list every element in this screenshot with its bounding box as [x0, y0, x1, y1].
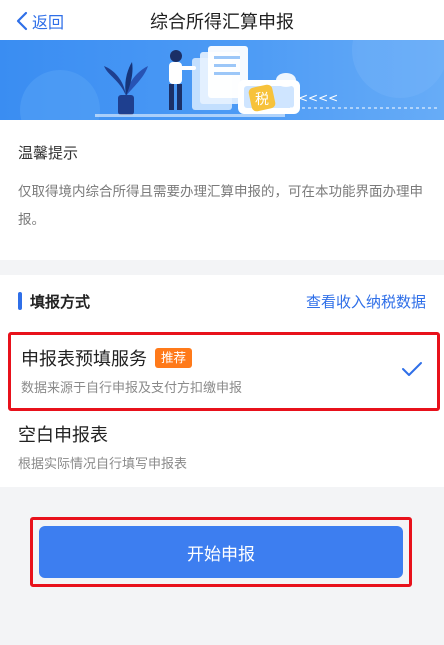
page-title: 综合所得汇算申报 — [150, 12, 294, 33]
person-icon — [169, 50, 196, 110]
filing-method-title: 填报方式 — [30, 293, 91, 311]
option-title-text: 申报表预填服务 — [21, 349, 147, 370]
option-title-text: 空白申报表 — [18, 425, 108, 446]
option-blank-form[interactable]: 空白申报表 根据实际情况自行填写申报表 — [8, 415, 440, 477]
tip-title: 温馨提示 — [18, 144, 79, 162]
start-button-highlight: 开始申报 — [30, 517, 412, 587]
filing-method-header: 填报方式 查看收入纳税数据 — [0, 275, 444, 327]
filing-method-card: 填报方式 查看收入纳税数据 申报表预填服务 推荐 数据来源于自行申报及支付方扣缴… — [0, 275, 444, 487]
plant-icon — [104, 62, 148, 115]
check-icon — [402, 362, 422, 376]
section-accent-bar — [18, 292, 22, 310]
nav-bar: 返回 综合所得汇算申报 — [0, 0, 444, 40]
banner-arrows: <<<< — [298, 91, 338, 105]
option-subtitle: 数据来源于自行申报及支付方扣缴申报 — [21, 381, 243, 396]
tax-char: 税 — [255, 92, 269, 108]
tip-body: 仅取得境内综合所得且需要办理汇算申报的，可在本功能界面办理申报。 — [18, 184, 423, 228]
recommend-badge: 推荐 — [155, 348, 193, 368]
tax-illustration: 税 <<<< — [20, 40, 444, 120]
option-title: 申报表预填服务 推荐 — [21, 345, 193, 371]
tip-card: 温馨提示 仅取得境内综合所得且需要办理汇算申报的，可在本功能界面办理申报。 — [0, 120, 444, 260]
header-banner: 税 <<<< — [0, 40, 444, 120]
option-title: 空白申报表 — [18, 421, 108, 447]
tax-badge-icon: 税 — [248, 84, 276, 112]
view-income-tax-data-link[interactable]: 查看收入纳税数据 — [306, 291, 426, 312]
option-prefill-service[interactable]: 申报表预填服务 推荐 数据来源于自行申报及支付方扣缴申报 — [8, 332, 440, 411]
start-filing-button[interactable]: 开始申报 — [39, 526, 403, 578]
option-subtitle: 根据实际情况自行填写申报表 — [18, 457, 188, 472]
